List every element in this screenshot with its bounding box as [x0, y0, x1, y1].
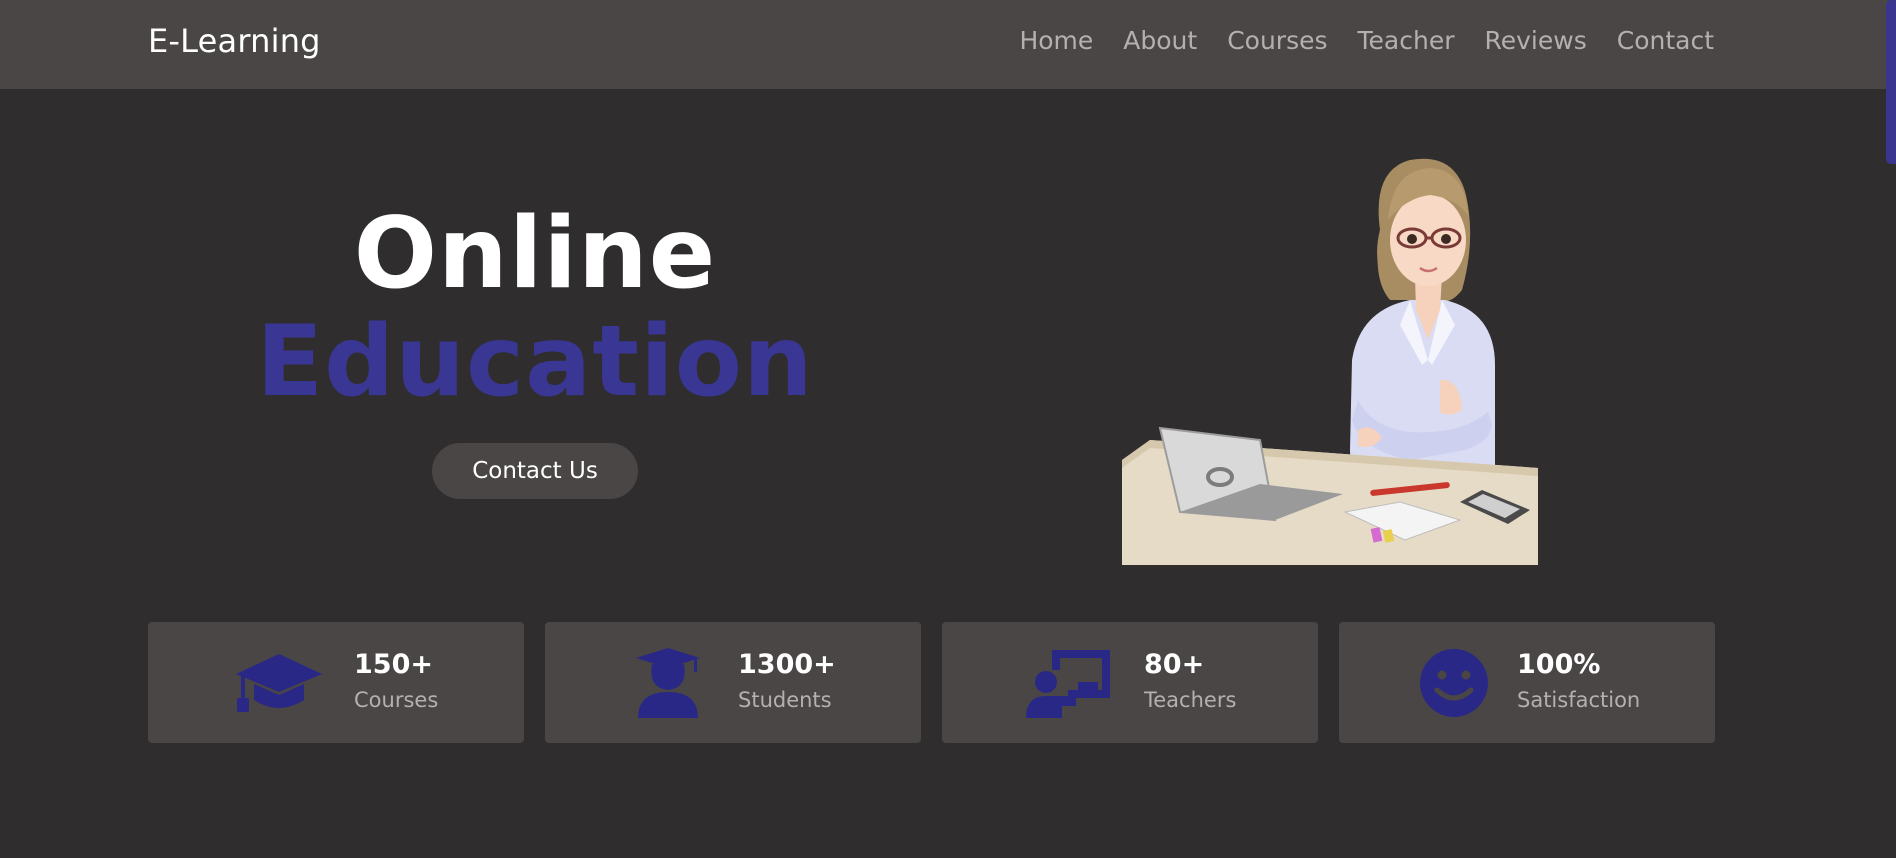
scrollbar-thumb[interactable] [1886, 0, 1896, 164]
stat-card-courses: 150+ Courses [148, 622, 524, 743]
contact-us-button[interactable]: Contact Us [432, 443, 638, 499]
nav-home[interactable]: Home [1019, 26, 1093, 55]
nav-contact[interactable]: Contact [1617, 26, 1714, 55]
graduation-cap-icon [236, 654, 322, 712]
graduate-student-icon [636, 648, 700, 718]
site-header: E-Learning Home About Courses Teacher Re… [0, 0, 1896, 89]
stat-value-students: 1300+ [738, 649, 836, 680]
stat-value-teachers: 80+ [1144, 649, 1205, 680]
page: E-Learning Home About Courses Teacher Re… [0, 0, 1896, 858]
stat-label-students: Students [738, 688, 832, 712]
hero-title-line1: Online [353, 197, 717, 311]
stat-label-courses: Courses [354, 688, 439, 712]
nav-courses[interactable]: Courses [1227, 26, 1327, 55]
stat-value-courses: 150+ [354, 649, 433, 680]
stat-card-students: 1300+ Students [545, 622, 921, 743]
nav-teacher[interactable]: Teacher [1358, 26, 1455, 55]
stats-row: 150+ Courses 1300+ Students 80+ Teachers [148, 622, 1716, 743]
smile-icon [1420, 649, 1488, 717]
stat-value-satisfaction: 100% [1517, 649, 1601, 680]
stat-label-satisfaction: Satisfaction [1517, 688, 1641, 712]
teacher-at-desk-illustration [1122, 158, 1538, 565]
site-logo[interactable]: E-Learning [148, 22, 321, 60]
teacher-board-icon [1026, 650, 1110, 718]
stat-card-satisfaction: 100% Satisfaction [1339, 622, 1715, 743]
stat-label-teachers: Teachers [1144, 688, 1237, 712]
nav-reviews[interactable]: Reviews [1485, 26, 1587, 55]
stat-card-teachers: 80+ Teachers [942, 622, 1318, 743]
main-nav: Home About Courses Teacher Reviews Conta… [1019, 26, 1714, 55]
hero-title-line2: Education [256, 305, 814, 419]
nav-about[interactable]: About [1123, 26, 1197, 55]
